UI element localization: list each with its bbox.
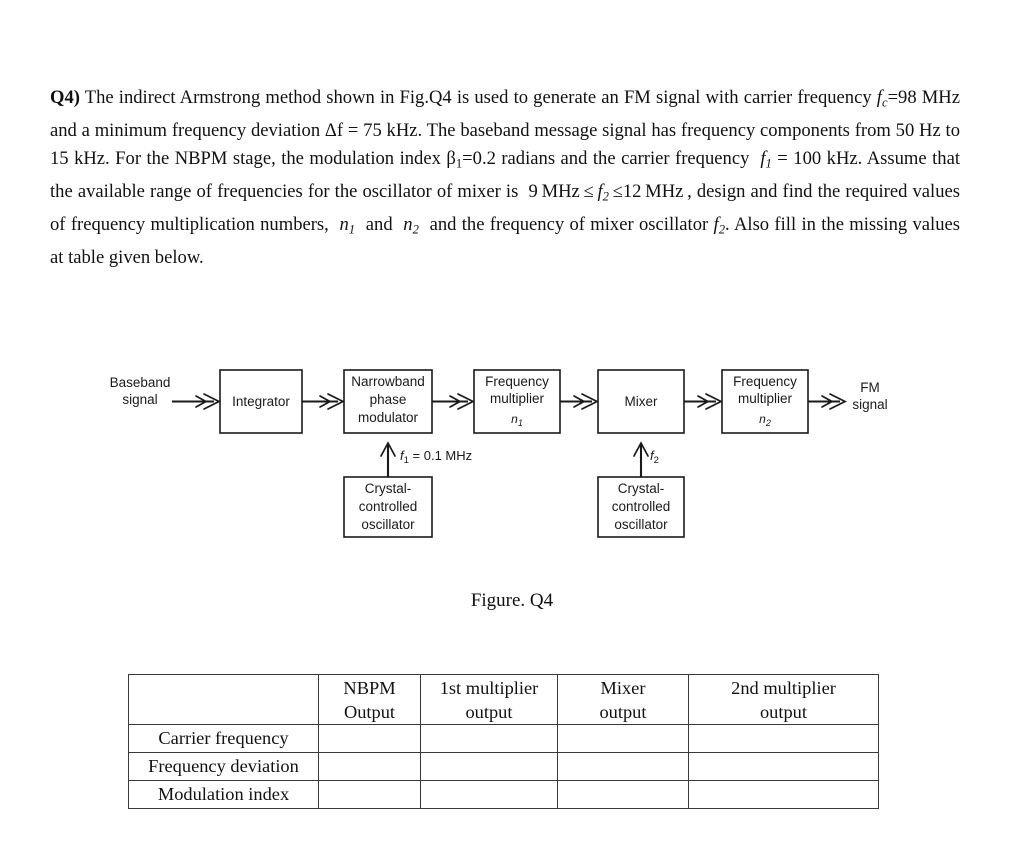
table-row: Frequency deviation (128, 752, 879, 781)
cell-modulation-index-mult2[interactable] (688, 780, 879, 809)
label-fm-signal-line2: signal (852, 397, 887, 412)
question-paragraph: The indirect Armstrong method shown in F… (50, 84, 960, 271)
figure-caption: Figure. Q4 (470, 590, 554, 611)
header-line2: output (599, 701, 647, 722)
cell-carrier-frequency-mixer[interactable] (557, 724, 689, 753)
header-line2: output (759, 701, 807, 722)
block-integrator-label: Integrator (232, 394, 290, 409)
table-corner-cell (128, 674, 319, 725)
label-baseband-signal-line2: signal (122, 392, 157, 407)
table-header-second-multiplier-output: 2nd multiplier output (688, 674, 879, 725)
block-crystal2-label-line1: Crystal- (618, 481, 665, 496)
question-sentence-1: The indirect Armstrong method shown in F… (50, 87, 961, 268)
header-line1: NBPM (343, 677, 396, 698)
header-line2: output (465, 701, 513, 722)
values-table: NBPM Output 1st multiplier output Mixer … (128, 674, 879, 809)
cell-modulation-index-nbpm[interactable] (318, 780, 421, 809)
block-crystal1-label-line3: oscillator (361, 517, 415, 532)
label-fm-signal-line1: FM (860, 380, 880, 395)
cell-carrier-frequency-mult1[interactable] (420, 724, 558, 753)
block-crystal2-label-line3: oscillator (614, 517, 668, 532)
header-line1: 1st multiplier (439, 677, 539, 698)
symbol-fc: fc (876, 87, 888, 110)
block-crystal2-label-line2: controlled (612, 499, 671, 514)
label-f2-frequency: f2 (650, 448, 659, 466)
symbol-f2: f2 (713, 213, 726, 237)
block-multiplier1-label-line1: Frequency (485, 374, 549, 389)
row-label-frequency-deviation: Frequency deviation (128, 752, 319, 781)
cell-frequency-deviation-nbpm[interactable] (318, 752, 421, 781)
block-multiplier1-label-line2: multiplier (490, 391, 545, 406)
symbol-n1: n1 (339, 213, 356, 237)
header-line2: Output (343, 701, 396, 722)
table-header-mixer-output: Mixer output (557, 674, 689, 725)
header-line1: Mixer (600, 677, 646, 698)
cell-carrier-frequency-mult2[interactable] (688, 724, 879, 753)
symbol-n2: n2 (403, 213, 419, 237)
block-nbpm-label-line3: modulator (358, 410, 419, 425)
cell-frequency-deviation-mult1[interactable] (420, 752, 558, 781)
block-mixer-label: Mixer (625, 394, 659, 409)
cell-frequency-deviation-mixer[interactable] (557, 752, 689, 781)
block-diagram: Baseband signal Integrator Narrowband ph… (0, 352, 1024, 562)
row-label-carrier-frequency: Carrier frequency (128, 724, 319, 753)
label-f1-frequency: f1 = 0.1 MHz (400, 448, 472, 466)
symbol-f1: f1 (760, 147, 772, 171)
cell-modulation-index-mult1[interactable] (420, 780, 558, 809)
block-nbpm-label-line2: phase (370, 392, 407, 407)
block-crystal1-label-line1: Crystal- (365, 481, 412, 496)
block-crystal1-label-line2: controlled (359, 499, 418, 514)
block-nbpm-label-line1: Narrowband (351, 374, 425, 389)
cell-modulation-index-mixer[interactable] (557, 780, 689, 809)
question-number: Q4) (50, 87, 80, 108)
row-label-modulation-index: Modulation index (128, 780, 319, 809)
block-multiplier2-label-line1: Frequency (733, 374, 797, 389)
table-row: Carrier frequency (128, 724, 879, 753)
table-header-nbpm-output: NBPM Output (318, 674, 421, 725)
label-baseband-signal-line1: Baseband (110, 375, 171, 390)
table-header-row: NBPM Output 1st multiplier output Mixer … (128, 674, 879, 725)
cell-carrier-frequency-nbpm[interactable] (318, 724, 421, 753)
symbol-f2-range: f2 (597, 180, 609, 204)
table-row: Modulation index (128, 780, 879, 809)
cell-frequency-deviation-mult2[interactable] (688, 752, 879, 781)
header-line1: 2nd multiplier (731, 677, 836, 698)
block-multiplier2-label-line2: multiplier (738, 391, 793, 406)
table-header-first-multiplier-output: 1st multiplier output (420, 674, 558, 725)
